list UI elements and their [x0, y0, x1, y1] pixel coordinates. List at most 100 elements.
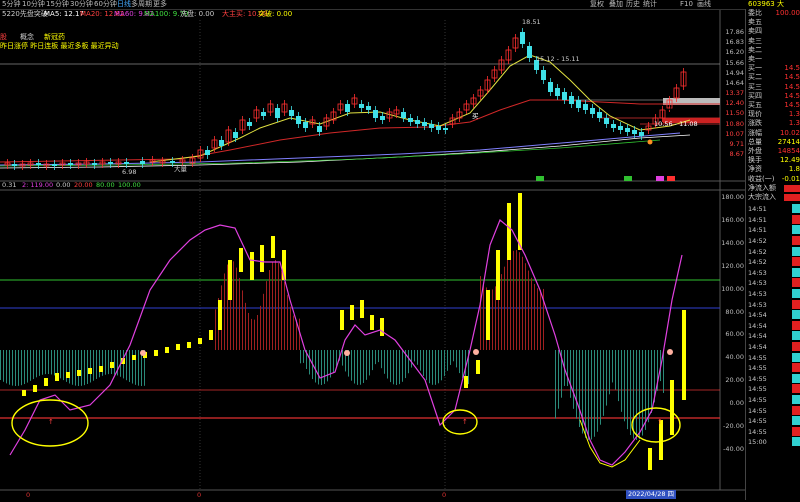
history-button[interactable]: 历史: [626, 0, 640, 9]
indicator-yellow-bar: [33, 385, 37, 392]
indicator-hist-bar: [639, 350, 640, 439]
indicator-hist-bar: [504, 267, 505, 350]
price-axis-label: 15.66: [718, 59, 744, 67]
candle[interactable]: [124, 162, 129, 164]
tick-bar: [792, 384, 800, 393]
bottom-marker-2: 0: [197, 491, 201, 500]
candle[interactable]: [140, 161, 145, 164]
candle[interactable]: [639, 132, 644, 136]
quote-row: 涨幅10.02: [746, 129, 800, 138]
candle[interactable]: [317, 126, 322, 132]
kline-and-indicator-canvas[interactable]: ↑ ↑ ↑: [0, 0, 745, 500]
candle[interactable]: [541, 70, 546, 80]
candle[interactable]: [443, 128, 448, 130]
indicator-hist-bar: [396, 350, 397, 385]
tab-60min[interactable]: 60分钟: [94, 0, 117, 9]
indicator-hist-bar: [579, 350, 580, 427]
candle[interactable]: [597, 112, 602, 118]
candle[interactable]: [583, 104, 588, 110]
indicator-hist-bar: [69, 350, 70, 383]
indicator-hist-bar: [284, 282, 285, 350]
candle[interactable]: [611, 124, 616, 128]
indicator-hist-bar: [36, 350, 37, 377]
candle[interactable]: [548, 82, 553, 92]
tick-bar: [792, 416, 800, 425]
candle[interactable]: [52, 164, 57, 166]
candle[interactable]: [590, 108, 595, 114]
candle[interactable]: [261, 112, 266, 116]
flow-bar: [784, 185, 800, 192]
overlay-button[interactable]: 叠加: [609, 0, 623, 9]
indicator-hist-bar: [357, 350, 358, 385]
indicator-hist-bar: [138, 350, 139, 386]
candle[interactable]: [422, 122, 427, 126]
tab-10min[interactable]: 10分钟: [22, 0, 45, 9]
quote-value: 1.8: [789, 165, 800, 174]
indicator-hist-bar: [269, 270, 270, 350]
indicator-hist-bar: [123, 350, 124, 378]
candle[interactable]: [415, 120, 420, 124]
tab-more[interactable]: 更多: [153, 0, 167, 9]
tick-time: 14:52: [748, 236, 767, 247]
indicator-hist-bar: [375, 350, 376, 364]
tab-15min[interactable]: 15分钟: [46, 0, 69, 9]
candle[interactable]: [289, 110, 294, 116]
indicator-name[interactable]: 5220先盘突破: [2, 9, 48, 20]
indicator-yellow-bar: [350, 305, 354, 320]
candle[interactable]: [576, 100, 581, 108]
candle[interactable]: [562, 92, 567, 100]
candle[interactable]: [401, 112, 406, 118]
candle[interactable]: [68, 163, 73, 165]
indicator-hist-bar: [309, 350, 310, 374]
candle[interactable]: [429, 124, 434, 128]
candle[interactable]: [408, 118, 413, 122]
candle[interactable]: [604, 118, 609, 124]
candle[interactable]: [233, 132, 238, 138]
candle[interactable]: [555, 88, 560, 96]
tab-5min[interactable]: 5分钟: [2, 0, 20, 9]
candle[interactable]: [625, 128, 630, 132]
candle[interactable]: [108, 162, 113, 164]
indicator-hist-bar: [24, 350, 25, 384]
indicator-yellow-bar: [88, 368, 92, 374]
candle[interactable]: [632, 130, 637, 134]
indicator-hist-bar: [609, 350, 610, 394]
candle[interactable]: [247, 122, 252, 126]
indicator-hist-bar: [242, 290, 243, 350]
tick-bar: [792, 247, 800, 256]
tick-row: 14:55: [746, 427, 800, 438]
candle[interactable]: [380, 116, 385, 120]
candle[interactable]: [219, 140, 224, 146]
statistics-button[interactable]: 统计: [643, 0, 657, 9]
candle[interactable]: [569, 96, 574, 104]
indicator-hist-bar: [534, 284, 535, 350]
indicator-hist-bar: [96, 350, 97, 379]
tab-daily[interactable]: 日线: [117, 0, 131, 9]
candle[interactable]: [618, 126, 623, 130]
indicator-hist-bar: [576, 350, 577, 419]
candle[interactable]: [303, 122, 308, 128]
candle[interactable]: [366, 106, 371, 110]
restore-rights-button[interactable]: 复权: [590, 0, 604, 9]
candle[interactable]: [527, 46, 532, 58]
indicator-hist-bar: [372, 350, 373, 370]
candle[interactable]: [436, 126, 441, 130]
indicator-hist-bar: [239, 278, 240, 350]
candle[interactable]: [345, 104, 350, 112]
tick-bar: [792, 353, 800, 362]
candle[interactable]: [92, 163, 97, 165]
tag-concept-value[interactable]: 新冠药: [44, 33, 65, 42]
draw-line-button[interactable]: 画线: [697, 0, 711, 9]
candle[interactable]: [296, 116, 301, 124]
candle[interactable]: [12, 164, 17, 166]
chart-area[interactable]: ↑ ↑ ↑: [0, 0, 745, 502]
f10-button[interactable]: F10: [680, 0, 693, 9]
tab-multi-period[interactable]: 多周期: [131, 0, 152, 9]
candle[interactable]: [36, 163, 41, 165]
candle[interactable]: [359, 104, 364, 108]
candle[interactable]: [373, 110, 378, 118]
indicator-hist-bar: [414, 350, 415, 361]
candle[interactable]: [205, 150, 210, 155]
candle[interactable]: [275, 108, 280, 118]
tab-30min[interactable]: 30分钟: [70, 0, 93, 9]
